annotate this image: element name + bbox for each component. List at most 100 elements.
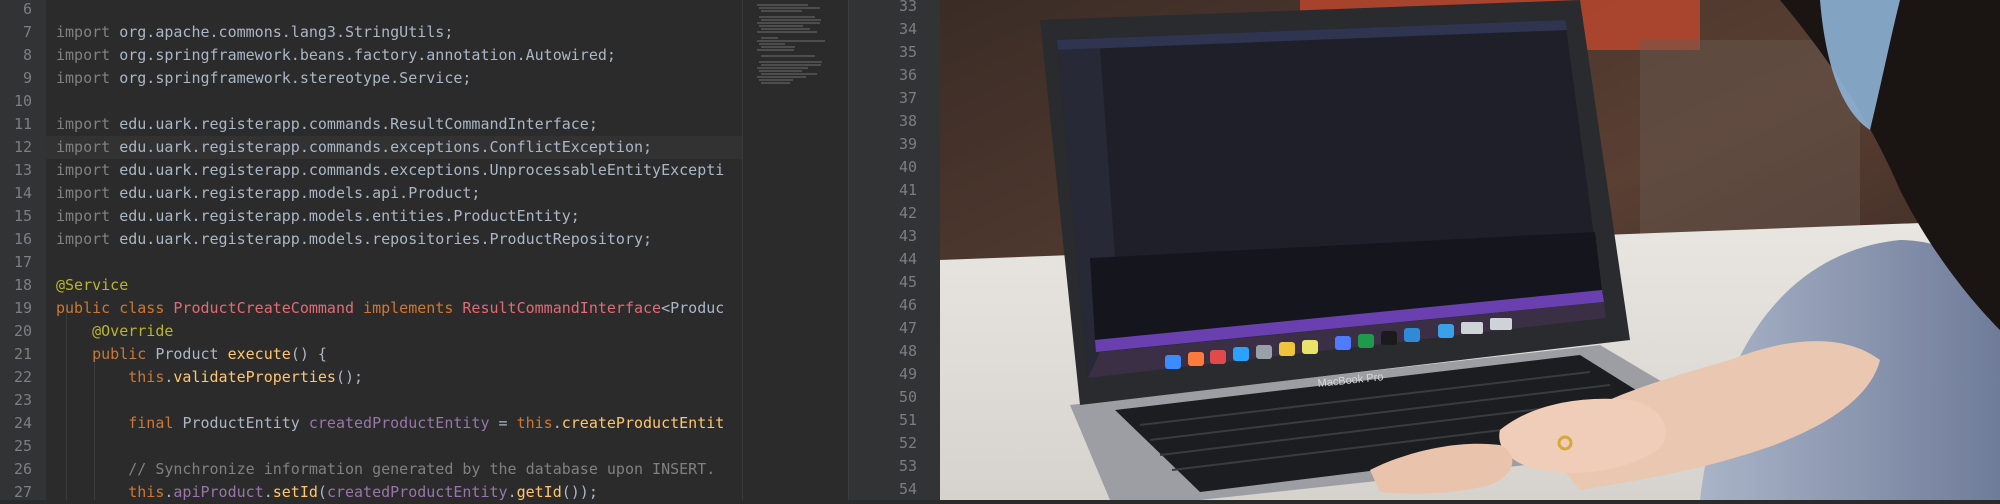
minimap-line xyxy=(759,25,804,27)
code-token: execute xyxy=(227,345,291,363)
minimap-line xyxy=(757,4,808,6)
code-token: ResultCommandInterface xyxy=(462,299,662,317)
line-number: 48 xyxy=(898,342,917,360)
photo-person-coding-on-laptop: MacBook Pro xyxy=(940,0,2000,500)
line-number: 18 xyxy=(13,276,32,294)
minimap-line xyxy=(759,43,785,45)
code-line[interactable]: import edu.uark.registerapp.models.repos… xyxy=(56,228,652,251)
line-number: 21 xyxy=(13,345,32,363)
code-token: import xyxy=(56,184,120,202)
code-token: validateProperties xyxy=(173,368,336,386)
code-line[interactable]: import org.apache.commons.lang3.StringUt… xyxy=(56,21,453,44)
minimap-line xyxy=(757,67,808,69)
code-token: createdProductEntity xyxy=(326,483,508,500)
code-line[interactable]: import org.springframework.stereotype.Se… xyxy=(56,67,471,90)
code-token: createdProductEntity xyxy=(308,414,490,432)
code-token: final xyxy=(128,414,183,432)
line-number: 41 xyxy=(898,181,917,199)
minimap-line xyxy=(759,79,793,81)
line-number: 14 xyxy=(13,184,32,202)
code-line[interactable]: // Synchronize information generated by … xyxy=(56,458,715,481)
minimap-line xyxy=(757,22,820,24)
code-token: import xyxy=(56,230,120,248)
code-token: org.springframework.stereotype.Service; xyxy=(119,69,472,87)
code-token: implements xyxy=(354,299,463,317)
code-token: getId xyxy=(516,483,562,500)
code-token: apiProduct xyxy=(173,483,264,500)
line-number: 13 xyxy=(13,161,32,179)
code-token: () { xyxy=(290,345,327,363)
code-line[interactable]: public Product execute() { xyxy=(56,343,327,366)
code-token: ()); xyxy=(561,483,598,500)
code-token: ProductCreateCommand xyxy=(173,299,355,317)
code-token: this xyxy=(128,483,165,500)
code-token: @Override xyxy=(92,322,174,340)
code-token: import xyxy=(56,69,120,87)
code-minimap[interactable] xyxy=(742,0,849,500)
code-text-area[interactable]: import org.apache.commons.lang3.StringUt… xyxy=(46,0,746,500)
code-token: . xyxy=(507,483,517,500)
code-token: edu.uark.registerapp.models.entities.Pro… xyxy=(119,207,580,225)
code-token: ProductEntity xyxy=(182,414,309,432)
code-line[interactable]: import org.springframework.beans.factory… xyxy=(56,44,616,67)
code-token: public xyxy=(92,345,156,363)
line-number: 38 xyxy=(898,112,917,130)
code-token: org.apache.commons.lang3.StringUtils; xyxy=(119,23,454,41)
minimap-line xyxy=(761,55,816,57)
code-line[interactable]: import edu.uark.registerapp.commands.exc… xyxy=(56,159,724,182)
line-number: 24 xyxy=(13,414,32,432)
code-line[interactable]: @Service xyxy=(56,274,128,297)
line-number: 51 xyxy=(898,411,917,429)
photo-illustration: MacBook Pro xyxy=(940,0,2000,500)
code-line[interactable]: final ProductEntity createdProductEntity… xyxy=(56,412,724,435)
code-editor-pane[interactable]: 6 7 8 9 10 11 12 13 14 15 16 17 18 19 20 21 22 23 24 25 26 27… xyxy=(0,0,849,501)
line-number: 8 xyxy=(22,46,32,64)
line-number: 42 xyxy=(898,204,917,222)
code-line[interactable]: import edu.uark.registerapp.models.api.P… xyxy=(56,182,480,205)
minimap-line xyxy=(757,49,795,51)
line-number: 20 xyxy=(13,322,32,340)
minimap-line xyxy=(757,40,825,42)
line-number: 19 xyxy=(13,299,32,317)
code-line[interactable]: this.apiProduct.setId(createdProductEnti… xyxy=(56,481,598,500)
minimap-line xyxy=(761,10,802,12)
line-number: 44 xyxy=(898,250,917,268)
code-token: <Produc xyxy=(661,299,725,317)
minimap-line xyxy=(761,64,821,66)
code-line[interactable]: import edu.uark.registerapp.commands.Res… xyxy=(56,113,598,136)
code-token: org.springframework.beans.factory.annota… xyxy=(119,46,616,64)
minimap-line xyxy=(757,31,817,33)
line-number: 10 xyxy=(13,92,32,110)
second-editor-gutter: 33 34 35 36 37 38 39 40 41 42 43 44 45 46 47 48 49 50 51 52… xyxy=(848,0,941,500)
code-line[interactable]: import edu.uark.registerapp.commands.exc… xyxy=(56,136,652,159)
line-number-gutter: 6 7 8 9 10 11 12 13 14 15 16 17 18 19 20 21 22 23 24 25 26 27 xyxy=(0,0,46,501)
line-number: 15 xyxy=(13,207,32,225)
code-token: import xyxy=(56,207,120,225)
code-line[interactable]: public class ProductCreateCommand implem… xyxy=(56,297,724,320)
minimap-line xyxy=(761,19,821,21)
line-number: 17 xyxy=(13,253,32,271)
code-line[interactable]: this.validateProperties(); xyxy=(56,366,363,389)
code-token: edu.uark.registerapp.models.repositories… xyxy=(119,230,653,248)
line-number: 43 xyxy=(898,227,917,245)
code-line[interactable]: @Override xyxy=(56,320,173,343)
line-number: 52 xyxy=(898,434,917,452)
code-token: edu.uark.registerapp.models.api.Product; xyxy=(119,184,481,202)
code-token: edu.uark.registerapp.commands.exceptions… xyxy=(119,161,725,179)
line-number: 47 xyxy=(898,319,917,337)
line-number: 35 xyxy=(898,43,917,61)
code-line[interactable]: import edu.uark.registerapp.models.entit… xyxy=(56,205,580,228)
line-number: 7 xyxy=(22,23,32,41)
minimap-line xyxy=(761,28,811,30)
code-token: (); xyxy=(335,368,364,386)
line-number: 27 xyxy=(13,483,32,501)
code-token: createProductEntit xyxy=(561,414,725,432)
code-token: import xyxy=(56,46,120,64)
line-number: 22 xyxy=(13,368,32,386)
code-token: . xyxy=(552,414,562,432)
line-number: 36 xyxy=(898,66,917,84)
line-number: 46 xyxy=(898,296,917,314)
line-number: 23 xyxy=(13,391,32,409)
line-number: 39 xyxy=(898,135,917,153)
